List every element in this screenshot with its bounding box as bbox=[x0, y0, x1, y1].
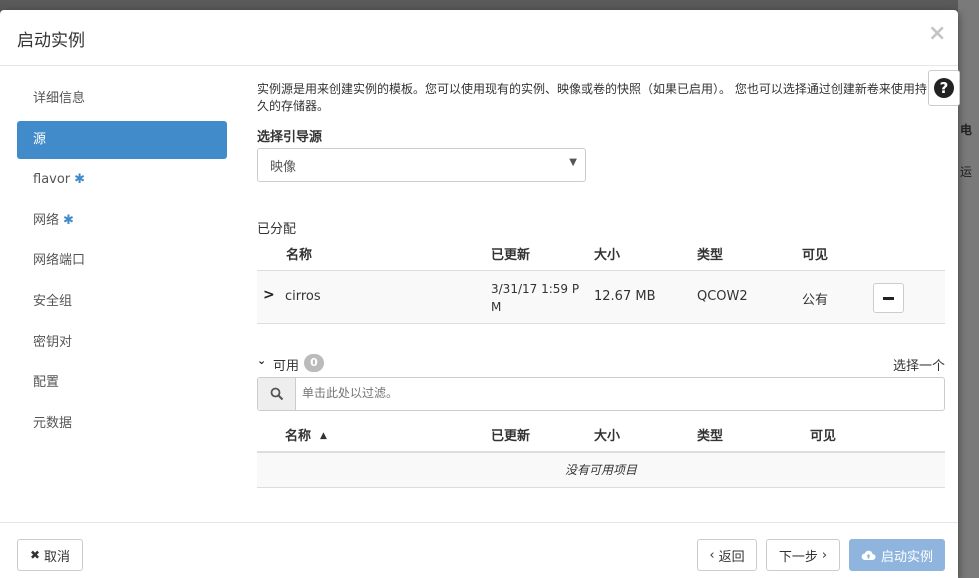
required-asterisk-icon: ✱ bbox=[63, 212, 74, 228]
column-header-updated[interactable]: 已更新 bbox=[491, 425, 530, 444]
modal-title: 启动实例 bbox=[17, 31, 85, 51]
filter-box bbox=[257, 377, 945, 411]
allocated-label: 已分配 bbox=[257, 222, 297, 237]
row-type: QCOW2 bbox=[697, 289, 748, 304]
chevron-left-icon: ‹ bbox=[709, 547, 715, 563]
column-header-size: 大小 bbox=[594, 248, 621, 263]
chevron-right-icon: › bbox=[821, 547, 828, 563]
back-button[interactable]: ‹ 返回 bbox=[697, 539, 757, 571]
launch-instance-button[interactable]: 启动实例 bbox=[849, 539, 945, 571]
boot-source-select[interactable]: 映像 ▼ bbox=[257, 148, 586, 182]
sidebar-item-key-pair[interactable]: 密钥对 bbox=[17, 324, 227, 362]
column-header-updated: 已更新 bbox=[491, 248, 531, 263]
column-header-size[interactable]: 大小 bbox=[594, 425, 620, 444]
column-header-name: 名称 bbox=[286, 248, 313, 263]
column-header-type: 类型 bbox=[697, 248, 724, 263]
empty-table-message: 没有可用项目 bbox=[257, 453, 945, 488]
wizard-sidebar: 详细信息 源 flavor ✱ 网络 ✱ 网络端口 安全组 密钥对 配置 元数据 bbox=[17, 80, 227, 445]
chevron-down-icon[interactable]: ⌄ bbox=[257, 354, 266, 367]
row-name: cirros bbox=[285, 289, 321, 304]
background-page bbox=[958, 0, 979, 578]
sidebar-item-networks[interactable]: 网络 ✱ bbox=[17, 202, 227, 240]
help-button[interactable]: ? bbox=[928, 70, 960, 106]
sidebar-item-network-ports[interactable]: 网络端口 bbox=[17, 242, 227, 280]
row-size: 12.67 MB bbox=[594, 289, 656, 304]
sidebar-item-source[interactable]: 源 bbox=[17, 120, 227, 159]
sort-ascending-icon: ▲ bbox=[320, 431, 327, 441]
row-visibility: 公有 bbox=[802, 293, 829, 308]
available-label: 可用 bbox=[273, 359, 300, 374]
help-text: 实例源是用来创建实例的模板。您可以使用现有的实例、映像或卷的快照（如果已启用）。… bbox=[257, 82, 927, 113]
close-icon[interactable]: × bbox=[928, 21, 946, 46]
next-button[interactable]: 下一步 › bbox=[766, 539, 840, 571]
sidebar-item-metadata[interactable]: 元数据 bbox=[17, 405, 227, 443]
close-icon: ✖ bbox=[29, 548, 41, 562]
sidebar-item-details[interactable]: 详细信息 bbox=[17, 80, 227, 118]
search-icon bbox=[258, 378, 296, 410]
row-updated: 3/31/17 1:59 PM bbox=[491, 282, 580, 314]
select-one-text: 选择一个 bbox=[892, 359, 945, 374]
cancel-button[interactable]: ✖ 取消 bbox=[17, 539, 83, 571]
background-text-fragment: 运 bbox=[960, 165, 973, 179]
launch-instance-modal: 启动实例 × 详细信息 源 flavor ✱ 网络 ✱ 网络端口 安全组 密钥对 配… bbox=[0, 10, 960, 578]
deallocate-button[interactable] bbox=[873, 283, 904, 313]
sidebar-item-flavor[interactable]: flavor ✱ bbox=[17, 161, 227, 199]
column-header-type[interactable]: 类型 bbox=[697, 425, 723, 444]
sidebar-item-configuration[interactable]: 配置 bbox=[17, 364, 227, 402]
column-header-name[interactable]: 名称 ▲ bbox=[285, 425, 327, 444]
sidebar-item-security-groups[interactable]: 安全组 bbox=[17, 283, 227, 321]
available-header[interactable]: ⌄ 可用 0 选择一个 bbox=[257, 353, 945, 375]
required-asterisk-icon: ✱ bbox=[74, 172, 86, 188]
column-header-visibility[interactable]: 可见 bbox=[810, 425, 836, 444]
caret-down-icon: ▼ bbox=[569, 157, 577, 168]
available-count-badge: 0 bbox=[304, 354, 324, 372]
table-row: > cirros 3/31/17 1:59 PM 12.67 MB QCOW2 … bbox=[257, 271, 945, 324]
minus-icon bbox=[883, 296, 894, 300]
filter-input[interactable] bbox=[302, 386, 902, 400]
modal-header: 启动实例 × bbox=[0, 10, 958, 66]
question-circle-icon: ? bbox=[934, 78, 954, 98]
cloud-upload-icon bbox=[861, 550, 876, 561]
background-text-fragment: 电 bbox=[960, 123, 973, 137]
boot-source-label: 选择引导源 bbox=[257, 130, 323, 145]
chevron-right-icon[interactable]: > bbox=[263, 287, 275, 303]
modal-footer: ✖ 取消 ‹ 返回 下一步 › 启动实例 bbox=[0, 522, 958, 578]
column-header-visibility: 可见 bbox=[802, 248, 829, 263]
